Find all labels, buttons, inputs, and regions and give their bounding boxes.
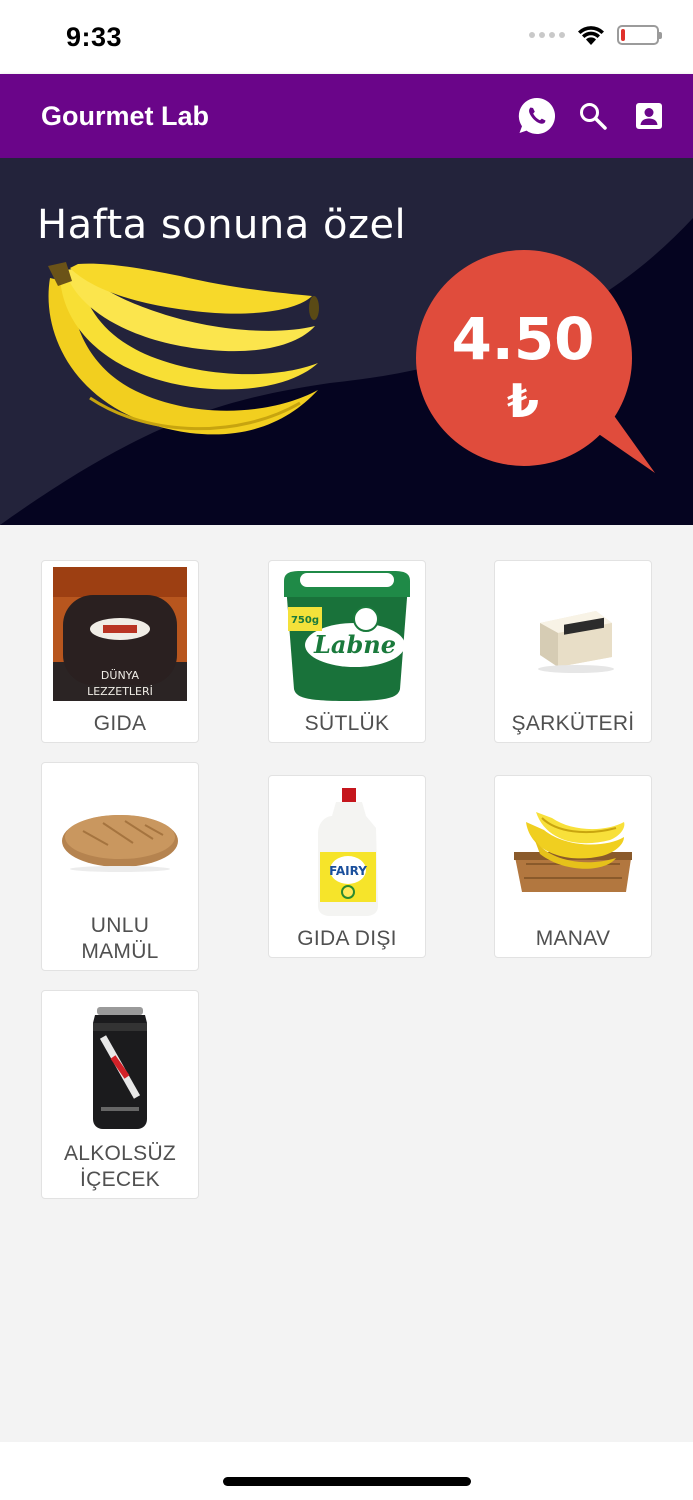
price-tag: 4.50 ₺ [418,308,628,426]
bottom-safe-area [0,1442,693,1500]
status-bar: 9:33 [0,0,693,74]
category-label: MANAV [535,927,611,950]
signal-icon [529,32,565,38]
search-icon [580,103,607,130]
category-label: GIDA DIŞI [297,927,397,950]
whatsapp-button[interactable] [509,96,565,136]
status-time: 9:33 [66,22,123,52]
dish-soap-bottle-image: FAIRY [318,788,378,916]
category-card-manav[interactable]: MANAV [494,775,652,958]
wifi-icon [578,26,604,45]
price-currency: ₺ [506,374,539,428]
bread-loaf-image [62,815,178,872]
app-bar-actions [509,96,677,136]
category-label-line2: İÇECEK [80,1168,160,1191]
whatsapp-icon [518,97,556,134]
category-label: SÜTLÜK [304,712,390,735]
category-label-line2: MAMÜL [81,940,159,963]
labne-tub-image: Labne 750g [284,571,410,701]
promo-banner[interactable]: Hafta sonuna özel 4.50 ₺ [0,158,693,525]
category-card-alkolsuz-icecek[interactable]: ALKOLSÜZ İÇECEK [41,990,199,1199]
svg-text:LEZZETLERİ: LEZZETLERİ [87,685,153,698]
price-amount: 4.50 [451,305,595,373]
account-button[interactable] [621,96,677,136]
banner-headline: Hafta sonuna özel [37,202,407,248]
svg-text:DÜNYA: DÜNYA [101,669,140,682]
banana-crate-image [514,812,632,892]
svg-text:750g: 750g [291,615,319,626]
category-card-gida-disi[interactable]: FAIRY GIDA DIŞI [268,775,426,958]
home-indicator[interactable] [223,1477,471,1486]
category-card-sutluk[interactable]: Labne 750g SÜTLÜK [268,560,426,743]
svg-text:FAIRY: FAIRY [329,864,367,878]
app-bar: Gourmet Lab [0,74,693,158]
account-box-icon [636,103,662,129]
coffee-can-image [93,1007,147,1129]
cookie-package-image: DÜNYA LEZZETLERİ [53,567,187,701]
app-title: Gourmet Lab [41,101,210,131]
battery-icon [617,25,662,45]
category-card-gida[interactable]: DÜNYA LEZZETLERİ GIDA [41,560,199,743]
category-label-line1: UNLU [90,914,150,937]
category-label: GIDA [93,712,147,735]
category-card-unlu-mamul[interactable]: UNLU MAMÜL [41,762,199,971]
category-card-sarkuteri[interactable]: ŞARKÜTERİ [494,560,652,743]
cheese-box-image [538,611,614,673]
search-button[interactable] [565,96,621,136]
category-label: ŞARKÜTERİ [511,712,635,735]
svg-text:Labne: Labne [313,630,396,659]
category-label-line1: ALKOLSÜZ [63,1142,177,1165]
status-indicators [529,24,662,46]
